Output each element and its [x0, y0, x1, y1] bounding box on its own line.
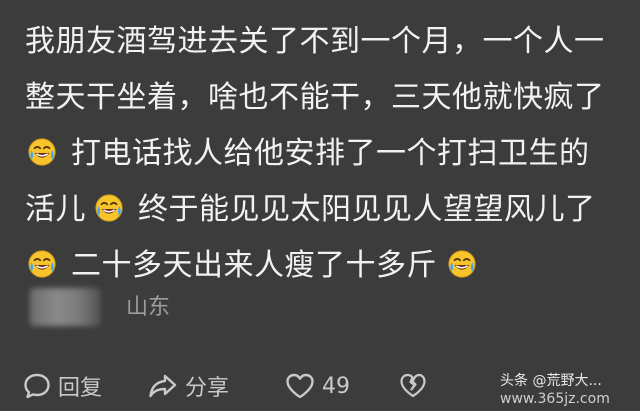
comment-line-4: 活儿 终于能见见太阳见见人望望风儿了: [25, 182, 621, 238]
comment-line-1: 我朋友酒驾进去关了不到一个月，一个人一: [25, 24, 605, 59]
blurred-username[interactable]: [30, 288, 100, 326]
like-button[interactable]: 49: [284, 366, 350, 406]
broken-heart-icon: [400, 373, 426, 398]
comment-line-4a-text: 活儿: [25, 192, 86, 227]
comment-line-3-text: 打电话找人给他安排了一个打扫卫生的: [71, 136, 590, 171]
source-watermark: 头条 @荒野大... www.365jz.com: [500, 374, 610, 406]
laughing-crying-emoji-icon: [27, 249, 57, 279]
share-arrow-icon: [149, 374, 177, 398]
reply-label: 回复: [58, 376, 103, 401]
share-label: 分享: [185, 376, 230, 401]
location-label: 山东: [126, 295, 171, 320]
comment-line-2: 整天干坐着，啥也不能干，三天他就快疯了: [25, 80, 605, 115]
comment-body: 我朋友酒驾进去关了不到一个月，一个人一 整天干坐着，啥也不能干，三天他就快疯了 …: [25, 14, 621, 294]
dislike-button[interactable]: [398, 366, 428, 406]
watermark-text: 头条 @荒野大...: [500, 373, 602, 389]
heart-icon: [286, 373, 314, 399]
laughing-crying-emoji-icon: [447, 249, 477, 279]
share-button[interactable]: 分享: [147, 366, 229, 406]
comment-line-5: 二十多天出来人瘦了十多斤: [25, 238, 621, 294]
like-count: 49: [322, 373, 350, 399]
comment-line-4b-text: 终于能见见太阳见见人望望风儿了: [138, 192, 596, 227]
comment-meta: 山东: [30, 288, 330, 328]
reply-button[interactable]: 回复: [22, 366, 102, 406]
watermark-site: www.365jz.com: [500, 391, 610, 407]
laughing-crying-emoji-icon: [27, 137, 57, 167]
comment-line-3: 打电话找人给他安排了一个打扫卫生的: [25, 126, 621, 182]
laughing-crying-emoji-icon: [94, 193, 124, 223]
reply-bubble-icon: [24, 373, 50, 399]
comment-line-5-text: 二十多天出来人瘦了十多斤: [71, 248, 437, 283]
